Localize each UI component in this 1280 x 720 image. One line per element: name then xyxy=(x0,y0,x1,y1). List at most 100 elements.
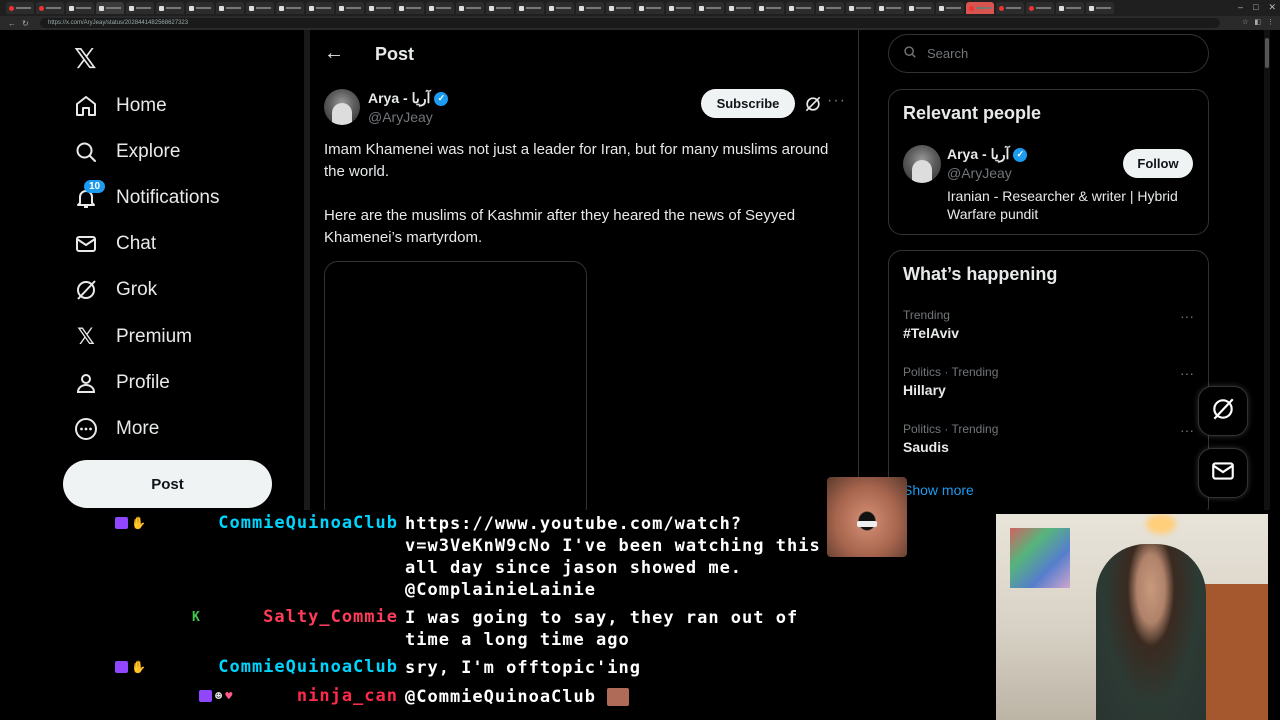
browser-tab[interactable] xyxy=(396,2,424,14)
person-name-row[interactable]: Arya - آریا ✓ xyxy=(947,146,1028,163)
menu-icon[interactable]: ⋮ xyxy=(1267,18,1274,26)
star-icon[interactable]: ☆ xyxy=(1242,18,1248,26)
webcam-streamer xyxy=(1096,544,1206,720)
grok-float-button[interactable] xyxy=(1198,386,1248,436)
browser-tab[interactable] xyxy=(366,2,394,14)
browser-tab[interactable] xyxy=(606,2,634,14)
browser-tab[interactable] xyxy=(306,2,334,14)
sidebar-item-notifications[interactable]: 10 Notifications xyxy=(74,178,220,218)
browser-tab[interactable] xyxy=(786,2,814,14)
sidebar-item-profile[interactable]: Profile xyxy=(74,363,170,403)
sidebar-item-home[interactable]: Home xyxy=(74,86,167,126)
browser-tab-active[interactable] xyxy=(96,2,124,14)
follow-button[interactable]: Follow xyxy=(1123,149,1193,178)
more-options-icon[interactable]: ··· xyxy=(1180,422,1194,438)
post-header: ← Post xyxy=(306,30,859,78)
avatar[interactable] xyxy=(324,89,360,125)
avatar[interactable] xyxy=(903,145,941,183)
author-handle[interactable]: @AryJeay xyxy=(368,109,433,125)
messages-float-button[interactable] xyxy=(1198,448,1248,498)
search-icon xyxy=(903,45,917,62)
browser-tab[interactable] xyxy=(246,2,274,14)
card-title: What’s happening xyxy=(903,264,1058,284)
browser-tab[interactable] xyxy=(726,2,754,14)
reload-icon[interactable]: ↻ xyxy=(22,19,29,28)
hand-emoji-icon: ✋ xyxy=(131,516,146,530)
page-scrollbar[interactable] xyxy=(1264,30,1270,510)
trend-item[interactable]: Politics · Trending Hillary ··· xyxy=(903,365,1198,398)
browser-tab[interactable] xyxy=(636,2,664,14)
subscribe-button[interactable]: Subscribe xyxy=(701,89,795,118)
maximize-icon[interactable]: □ xyxy=(1253,2,1258,13)
browser-tab[interactable] xyxy=(936,2,964,14)
tweet-media[interactable] xyxy=(324,261,587,510)
close-icon[interactable]: ✕ xyxy=(1268,2,1276,13)
browser-tab[interactable] xyxy=(906,2,934,14)
sidebar-item-grok[interactable]: Grok xyxy=(74,270,157,310)
more-options-icon[interactable]: ··· xyxy=(1180,308,1194,324)
webcam-chair xyxy=(1196,584,1268,720)
browser-tab[interactable] xyxy=(426,2,454,14)
minimize-icon[interactable]: – xyxy=(1238,2,1243,13)
trend-item[interactable]: Politics · Trending Saudis ··· xyxy=(903,422,1198,455)
search-placeholder: Search xyxy=(927,46,969,61)
browser-tab[interactable] xyxy=(336,2,364,14)
browser-tab[interactable] xyxy=(576,2,604,14)
home-icon xyxy=(74,94,98,118)
search-input[interactable]: Search xyxy=(888,34,1209,73)
browser-tab[interactable] xyxy=(966,2,994,14)
browser-tab[interactable] xyxy=(1086,2,1114,14)
show-more-link[interactable]: Show more xyxy=(903,482,974,498)
browser-nav: ← ↻ xyxy=(0,19,40,28)
person-name[interactable]: Arya - آریا xyxy=(947,146,1009,163)
browser-tab[interactable] xyxy=(36,2,64,14)
browser-tab[interactable] xyxy=(696,2,724,14)
browser-tab[interactable] xyxy=(156,2,184,14)
browser-tab[interactable] xyxy=(6,2,34,14)
url-field[interactable]: https://x.com/AryJeay/status/20284414825… xyxy=(40,18,1220,28)
more-options-icon[interactable]: ··· xyxy=(1180,365,1194,381)
sidebar-item-chat[interactable]: Chat xyxy=(74,224,156,264)
tweet-paragraph: Imam Khamenei was not just a leader for … xyxy=(324,141,829,180)
browser-tab[interactable] xyxy=(546,2,574,14)
grok-icon[interactable] xyxy=(803,94,823,114)
browser-tab[interactable] xyxy=(996,2,1024,14)
post-button[interactable]: Post xyxy=(63,460,272,508)
author-name-row[interactable]: Arya - آریا ✓ xyxy=(368,90,449,107)
browser-tab[interactable] xyxy=(756,2,784,14)
browser-tab[interactable] xyxy=(666,2,694,14)
mail-icon xyxy=(1210,458,1236,489)
browser-tab[interactable] xyxy=(486,2,514,14)
person-handle[interactable]: @AryJeay xyxy=(947,165,1012,181)
author-name[interactable]: Arya - آریا xyxy=(368,90,430,107)
trend-item[interactable]: Trending #TelAviv ··· xyxy=(903,308,1198,341)
scrollbar-thumb[interactable] xyxy=(1265,38,1269,68)
extensions-icon[interactable]: ◧ xyxy=(1254,18,1261,26)
browser-tab[interactable] xyxy=(66,2,94,14)
browser-tab[interactable] xyxy=(216,2,244,14)
browser-tab[interactable] xyxy=(846,2,874,14)
back-arrow-icon[interactable]: ← xyxy=(8,19,16,28)
back-arrow-icon[interactable]: ← xyxy=(324,42,344,65)
window-controls[interactable]: – □ ✕ xyxy=(1238,2,1276,13)
browser-tab[interactable] xyxy=(816,2,844,14)
sidebar-item-explore[interactable]: Explore xyxy=(74,132,180,172)
browser-tab[interactable] xyxy=(1056,2,1084,14)
bell-icon: 10 xyxy=(74,180,106,210)
person-icon xyxy=(74,371,98,395)
trend-title: #TelAviv xyxy=(903,325,960,341)
browser-tab[interactable] xyxy=(186,2,214,14)
sidebar-item-premium[interactable]: 𝕏 Premium xyxy=(74,317,192,357)
x-logo-icon[interactable]: 𝕏 xyxy=(74,42,97,75)
browser-tab[interactable] xyxy=(456,2,484,14)
browser-tab[interactable] xyxy=(876,2,904,14)
chat-username: ninja_can xyxy=(296,686,398,706)
tweet-paragraph: Here are the muslims of Kashmir after th… xyxy=(324,207,796,246)
sidebar-item-label: Notifications xyxy=(116,187,220,208)
more-options-icon[interactable]: ··· xyxy=(827,92,846,110)
browser-tab[interactable] xyxy=(1026,2,1054,14)
browser-tab[interactable] xyxy=(516,2,544,14)
browser-tab[interactable] xyxy=(276,2,304,14)
sidebar-item-more[interactable]: More xyxy=(74,409,159,449)
browser-tab[interactable] xyxy=(126,2,154,14)
